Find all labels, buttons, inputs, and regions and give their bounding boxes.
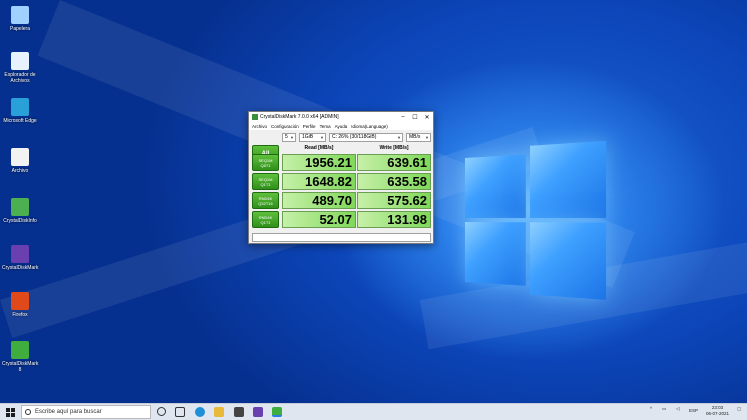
desktop-icon[interactable]: Papelera	[2, 6, 38, 32]
search-box[interactable]: Escribe aquí para buscar	[21, 405, 151, 419]
desktop-icon-label: Papelera	[9, 26, 30, 32]
write-column-header: Write [MB/s]	[379, 145, 409, 151]
menu-tema[interactable]: Tema	[320, 124, 331, 129]
desktop-icon-label: Firefox	[12, 312, 28, 318]
write-value: 575.62	[357, 192, 431, 209]
desktop-icon-label: Explorador de Archivos	[4, 72, 36, 84]
edge-icon	[11, 98, 29, 116]
desktop-icon[interactable]: Microsoft Edge	[2, 98, 38, 124]
comment-field[interactable]	[252, 233, 431, 242]
crystaldiskmark-icon	[252, 114, 258, 120]
menu-configuracion[interactable]: Configuración	[271, 124, 299, 129]
cortana-icon[interactable]	[157, 407, 166, 416]
drive-select[interactable]: C: 26% (30/118GiB) ▼	[329, 133, 403, 142]
window-titlebar[interactable]: CrystalDiskMark 7.0.0 x64 [ADMIN] – ☐ ✕	[249, 112, 433, 122]
store-icon[interactable]	[234, 407, 244, 417]
chevron-down-icon: ▼	[425, 135, 429, 140]
file-explorer-icon[interactable]	[214, 407, 224, 417]
edge-icon[interactable]	[195, 407, 205, 417]
taskbar: Escribe aquí para buscar ^ ▭ ◁ ESP 23:03…	[0, 403, 747, 420]
read-value: 52.07	[282, 211, 356, 228]
test-size-select[interactable]: 1GiB ▼	[299, 133, 326, 142]
minimize-button[interactable]: –	[397, 114, 409, 120]
app-icon	[11, 198, 29, 216]
unit-select[interactable]: MB/s ▼	[406, 133, 431, 142]
chevron-up-icon[interactable]: ^	[650, 406, 652, 411]
test-count-select[interactable]: 5 ▼	[282, 133, 296, 142]
desktop-icon[interactable]: Explorador de Archivos	[2, 52, 38, 84]
app-icon	[11, 341, 29, 359]
read-column-header: Read [MB/s]	[304, 145, 334, 151]
write-value: 639.61	[357, 154, 431, 171]
clock-date: 06-07-2021	[705, 411, 729, 416]
crystaldiskinfo-icon[interactable]	[253, 407, 263, 417]
maximize-button[interactable]: ☐	[409, 114, 421, 121]
desktop-icon-label: CrystalDiskMark 8	[2, 361, 39, 373]
test-line2: Q32T16	[258, 201, 273, 206]
menu-idioma[interactable]: Idioma(Language)	[351, 124, 388, 129]
desktop-icon-label: Archivo	[11, 168, 29, 174]
notification-icon[interactable]: ▢	[737, 406, 741, 412]
desktop-icon-label: CrystalDiskMark	[2, 265, 39, 271]
document-icon	[11, 148, 29, 166]
firefox-icon	[11, 292, 29, 310]
menu-ayuda[interactable]: Ayuda	[335, 124, 348, 129]
windows-logo	[465, 140, 607, 300]
read-value: 489.70	[282, 192, 356, 209]
test-count-value: 5	[285, 134, 288, 140]
test-seq1m-q1t1-button[interactable]: SEQ1M Q1T1	[252, 173, 279, 190]
crystaldiskmark-window[interactable]: CrystalDiskMark 7.0.0 x64 [ADMIN] – ☐ ✕ …	[248, 111, 434, 244]
test-rnd4k-q32t16-button[interactable]: RND4K Q32T16	[252, 192, 279, 209]
test-line2: Q1T1	[260, 220, 271, 225]
chevron-down-icon: ▼	[290, 135, 294, 140]
task-view-icon[interactable]	[175, 407, 185, 417]
desktop-icon[interactable]: Archivo	[2, 148, 38, 174]
desktop: Papelera Explorador de Archivos Microsoft …	[0, 0, 747, 403]
read-value: 1648.82	[282, 173, 356, 190]
clock[interactable]: 23:03 06-07-2021	[706, 405, 729, 417]
desktop-icon[interactable]: CrystalDiskMark 8	[2, 341, 38, 373]
recycle-bin-icon	[11, 6, 29, 24]
start-button[interactable]	[6, 408, 16, 417]
window-title: CrystalDiskMark 7.0.0 x64 [ADMIN]	[260, 114, 339, 120]
network-icon[interactable]: ▭	[662, 406, 666, 412]
test-rnd4k-q1t1-button[interactable]: RND4K Q1T1	[252, 211, 279, 228]
test-seq1m-q8t1-button[interactable]: SEQ1M Q8T1	[252, 154, 279, 171]
write-value: 635.58	[357, 173, 431, 190]
search-placeholder: Escribe aquí para buscar	[35, 409, 102, 415]
menu-perfile[interactable]: Perfile	[303, 124, 316, 129]
app-icon	[11, 245, 29, 263]
unit-value: MB/s	[409, 134, 421, 140]
drive-value: C: 26% (30/118GiB)	[332, 134, 377, 140]
write-value: 131.98	[357, 211, 431, 228]
file-explorer-icon	[11, 52, 29, 70]
language-indicator[interactable]: ESP	[689, 408, 698, 413]
desktop-icon[interactable]: Firefox	[2, 292, 38, 318]
read-value: 1956.21	[282, 154, 356, 171]
menu-bar: Archivo Configuración Perfile Tema Ayuda…	[249, 122, 433, 130]
menu-archivo[interactable]: Archivo	[252, 124, 267, 129]
test-line2: Q8T1	[260, 163, 271, 168]
crystaldiskmark-taskbar-icon[interactable]	[272, 407, 282, 417]
chevron-down-icon: ▼	[320, 135, 324, 140]
desktop-icon-label: Microsoft Edge	[3, 118, 37, 124]
test-size-value: 1GiB	[302, 134, 314, 140]
search-icon	[25, 409, 31, 415]
test-line2: Q1T1	[260, 182, 271, 187]
desktop-icon[interactable]: CrystalDiskInfo	[2, 198, 38, 224]
volume-icon[interactable]: ◁	[676, 406, 679, 412]
close-button[interactable]: ✕	[421, 114, 433, 121]
desktop-icon-label: CrystalDiskInfo	[3, 218, 37, 224]
desktop-icon[interactable]: CrystalDiskMark	[2, 245, 38, 271]
chevron-down-icon: ▼	[397, 135, 401, 140]
